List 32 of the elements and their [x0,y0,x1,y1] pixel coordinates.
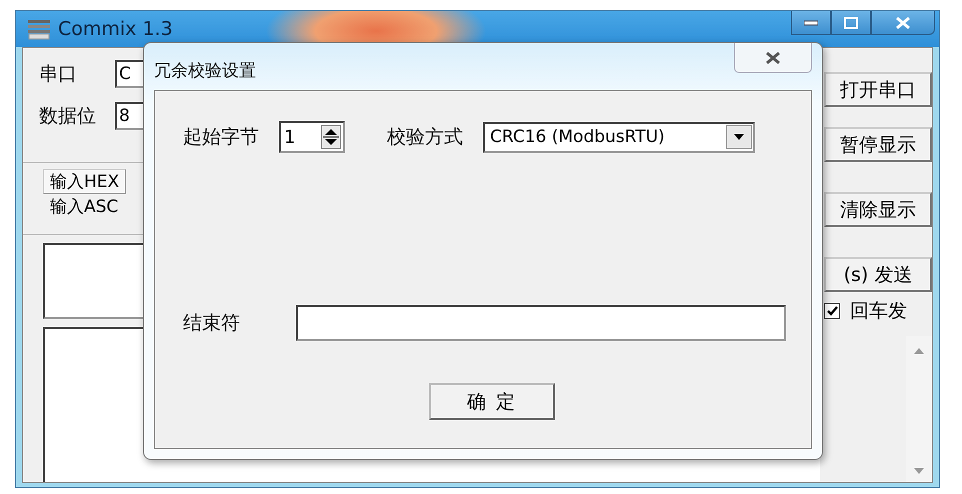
action-button[interactable]: 暂停显示 [824,127,932,162]
scroll-up-icon [914,348,924,354]
close-icon [764,50,782,64]
maximize-button[interactable] [831,11,871,35]
start-byte-label: 起始字节 [183,125,259,150]
close-button[interactable] [871,11,935,35]
minimize-button[interactable] [791,11,831,35]
checkbox[interactable] [824,303,840,319]
app-icon [26,18,52,40]
window-title: Commix 1.3 [58,18,173,40]
maximize-icon [844,16,858,28]
check-method-label: 校验方式 [387,125,463,150]
action-button[interactable]: (s) 发送 [824,257,932,292]
input-mode-option[interactable]: 输入ASC [43,194,126,219]
close-button[interactable] [734,43,812,73]
check-method-dropdown[interactable]: CRC16 (ModbusRTU) [483,122,755,152]
input-mode-option[interactable]: 输入HEX [43,169,126,194]
databits-label: 数据位 [39,104,97,129]
dialog-title: 冗余校验设置 [154,60,256,82]
minimize-icon [804,20,818,26]
action-button[interactable]: 打开串口 [824,72,932,107]
scroll-down-icon [914,468,924,474]
spin-arrows-icon [321,125,341,149]
start-byte-spinner[interactable]: 1 [279,121,345,153]
ok-button[interactable]: 确 定 [429,383,555,420]
action-button[interactable]: 清除显示 [824,192,932,227]
terminator-label: 结束符 [183,311,240,336]
scrollbar[interactable] [906,336,932,482]
port-label: 串口 [39,62,78,87]
close-icon [895,16,911,30]
checkbox-label: 回车发 [850,299,907,324]
terminator-field[interactable] [296,305,786,341]
